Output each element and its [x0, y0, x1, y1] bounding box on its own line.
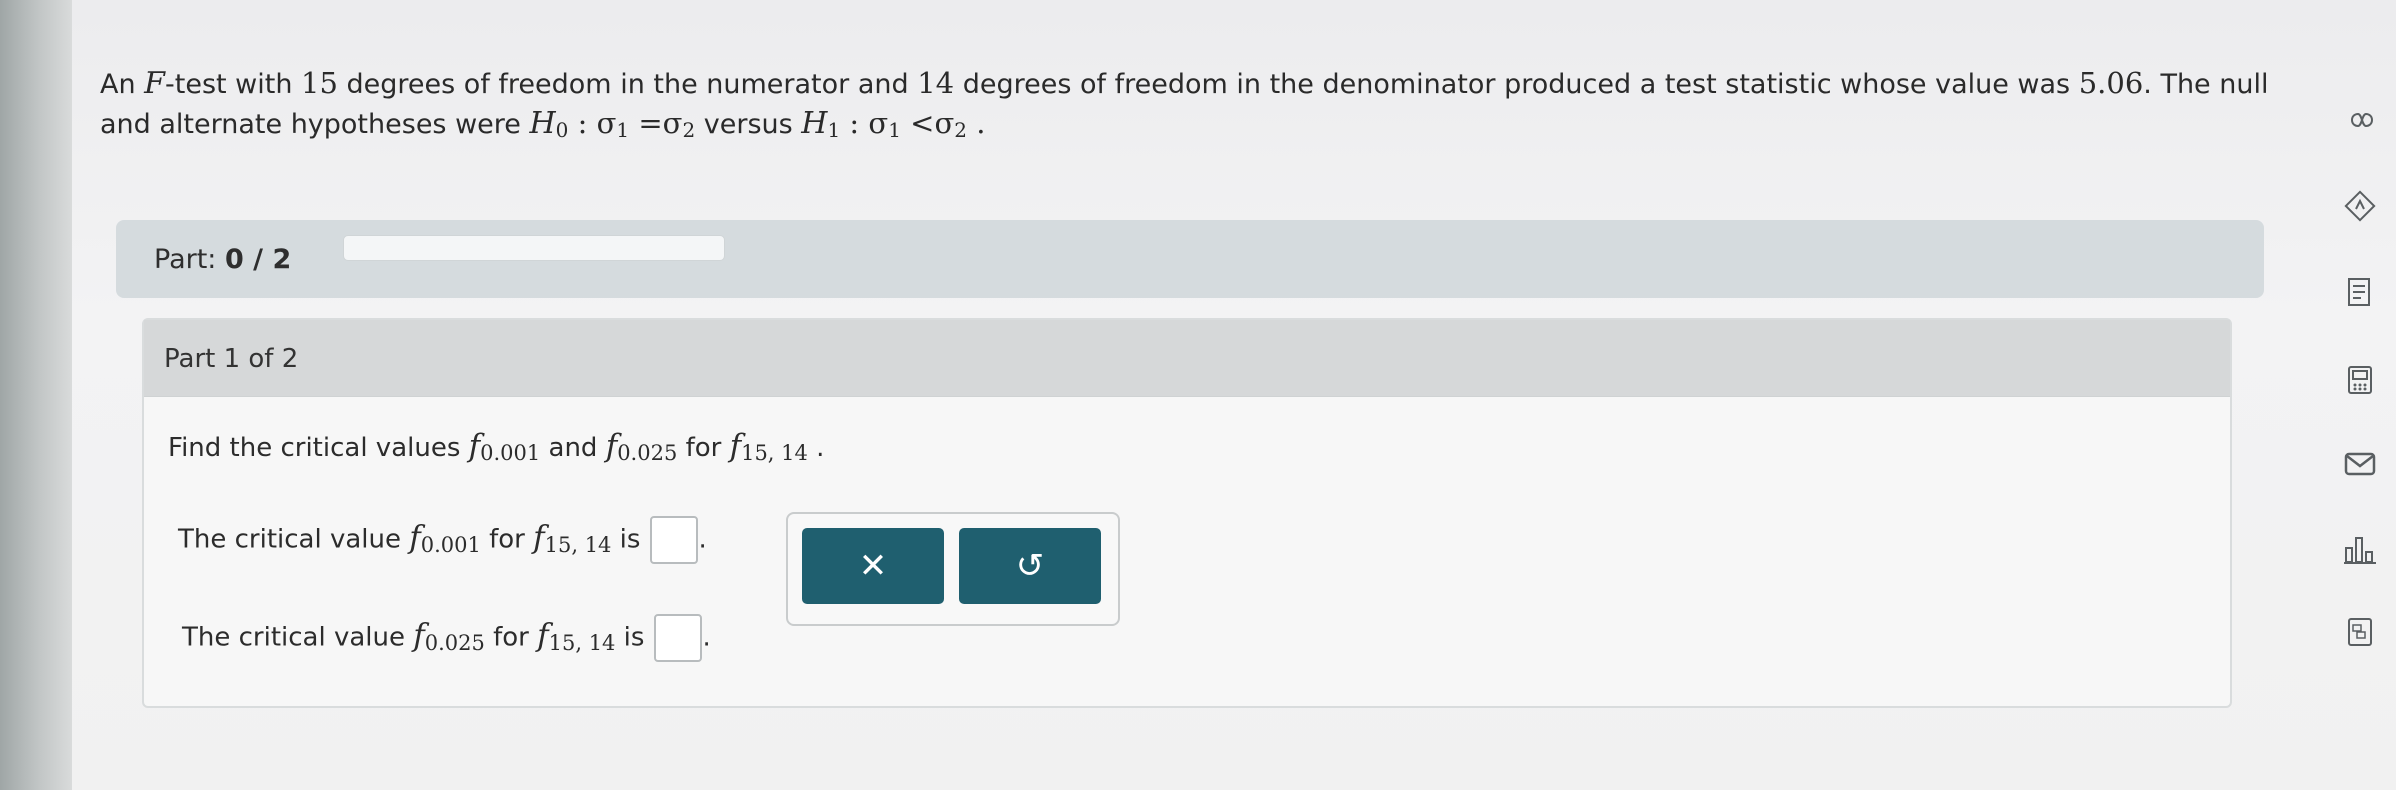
part-header: Part 1 of 2 [144, 320, 2230, 397]
undo-button[interactable]: ↺ [959, 528, 1101, 604]
question-line-2: and alternate hypotheses were H0 : σ1 =σ… [100, 106, 986, 142]
screen: An F-test with 15 degrees of freedom in … [0, 0, 2396, 790]
infinity-icon[interactable] [2340, 100, 2380, 140]
answer-row-2: The critical value f0.025 for f15, 14 is… [182, 614, 711, 662]
compass-icon[interactable] [2340, 186, 2380, 226]
chart-icon[interactable] [2340, 530, 2380, 570]
part-label: Part: 0 / 2 [154, 244, 292, 275]
answer-tools: ✕ ↺ [786, 512, 1120, 626]
part-title: Part 1 of 2 [164, 344, 299, 374]
close-icon: ✕ [858, 546, 888, 586]
data-icon[interactable] [2340, 612, 2380, 652]
right-toolbar [2340, 0, 2396, 790]
undo-icon: ↺ [1015, 546, 1045, 586]
clear-button[interactable]: ✕ [802, 528, 944, 604]
answer-row-1: The critical value f0.001 for f15, 14 is… [178, 516, 707, 564]
find-instruction: Find the critical values f0.001 and f0.0… [168, 428, 825, 465]
answer-input-2[interactable] [654, 614, 703, 662]
book-icon[interactable] [2340, 272, 2380, 312]
question-line-1: An F-test with 15 degrees of freedom in … [100, 66, 2269, 101]
calculator-icon[interactable] [2340, 360, 2380, 400]
question-text: An F-test with 15 degrees of freedom in … [100, 64, 2269, 145]
answer-input-1[interactable] [650, 516, 699, 564]
part-progress-bar: Part: 0 / 2 [116, 220, 2264, 298]
part-card: Part 1 of 2 Find the critical values f0.… [142, 318, 2232, 708]
progress-track [343, 235, 725, 261]
mail-icon[interactable] [2340, 444, 2380, 484]
